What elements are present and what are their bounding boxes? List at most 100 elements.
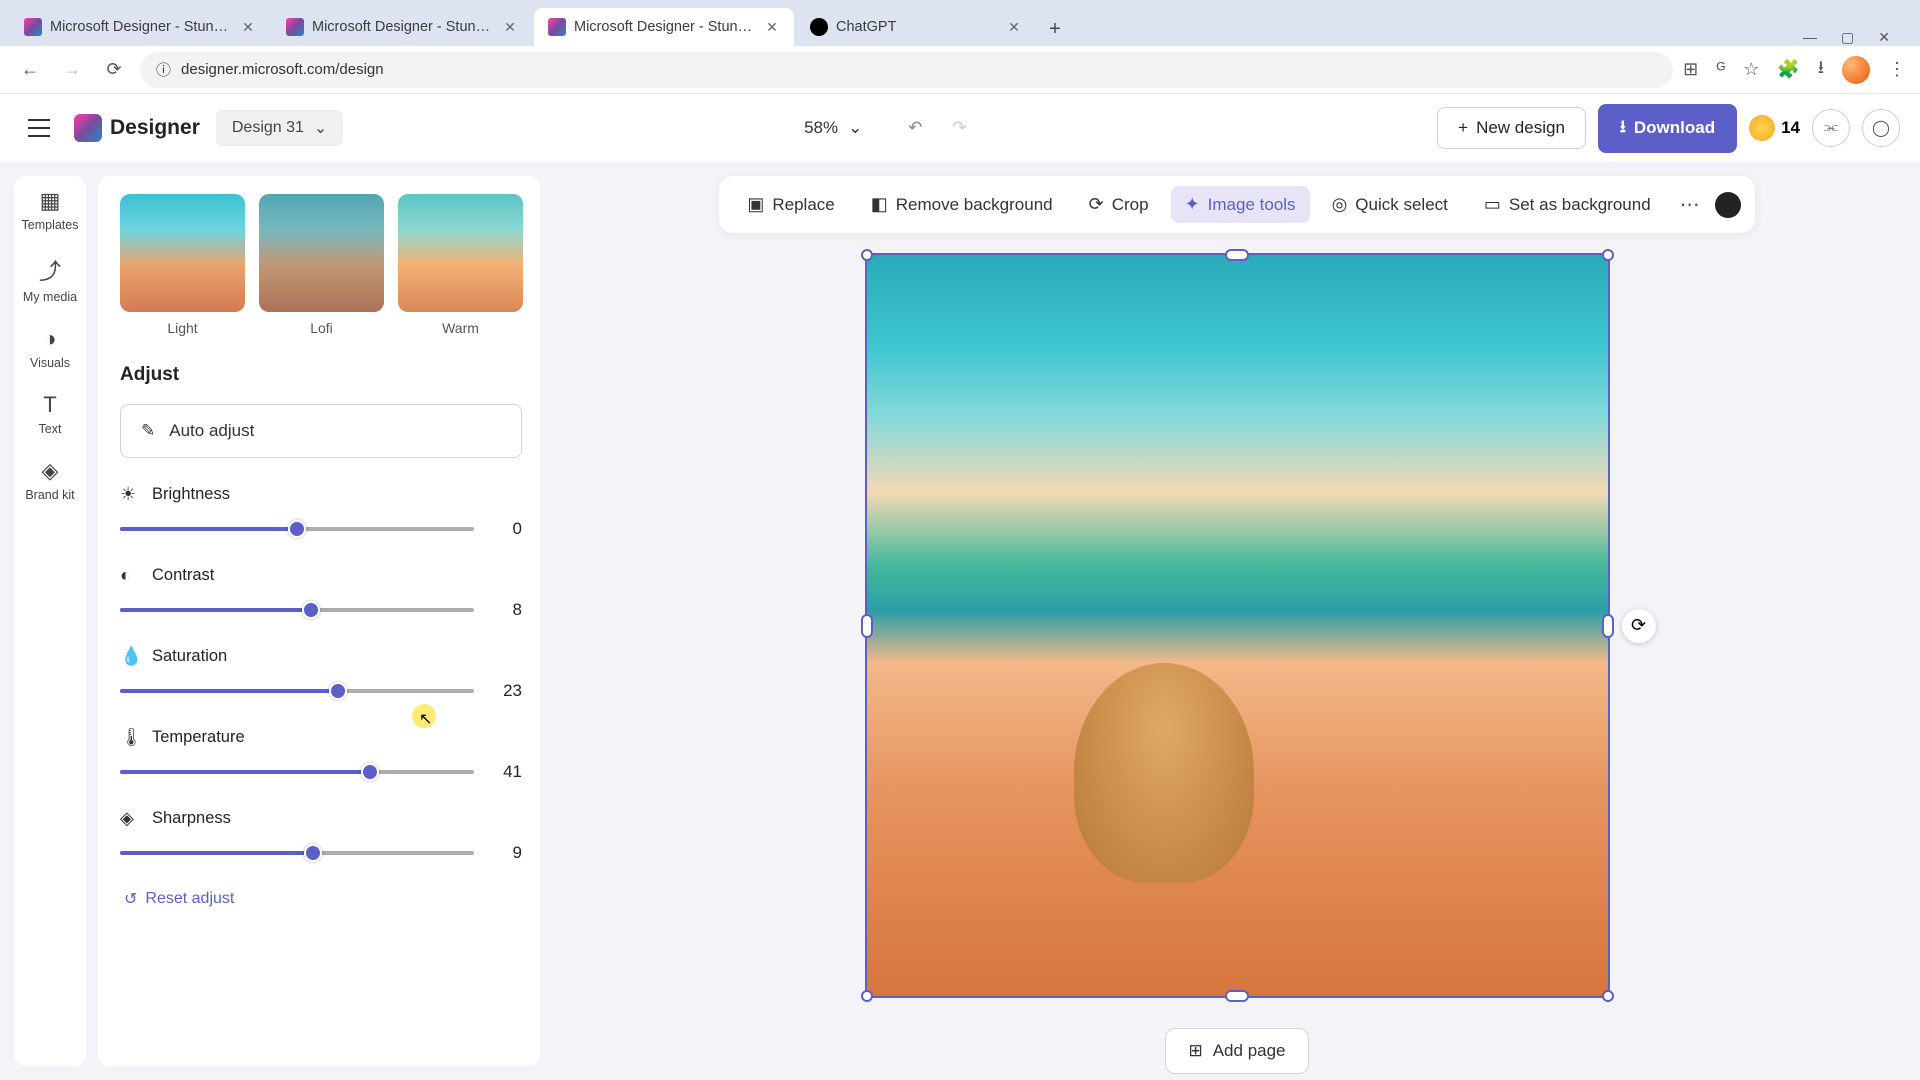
reload-icon[interactable]: ⟳ [98, 54, 130, 86]
resize-handle[interactable] [861, 249, 873, 261]
close-window-icon[interactable]: ✕ [1878, 29, 1890, 46]
slider-label: Saturation [152, 647, 227, 666]
tab-title: Microsoft Designer - Stunning ... [312, 19, 494, 35]
back-icon[interactable]: ← [14, 54, 46, 86]
resize-handle[interactable] [1225, 990, 1249, 1002]
slider-contrast[interactable] [120, 608, 474, 612]
canvas-area: ▣ Replace ◧ Remove background ⟳ Crop ✦ I… [554, 162, 1920, 1080]
auto-adjust-button[interactable]: ✎ Auto adjust [120, 404, 522, 458]
slider-thumb[interactable] [288, 520, 306, 538]
resize-handle[interactable] [1602, 249, 1614, 261]
remove-bg-button[interactable]: ◧ Remove background [857, 186, 1067, 223]
new-tab-button[interactable]: + [1038, 12, 1072, 46]
rail-my-media[interactable]: ⤴ My media [23, 254, 77, 304]
rail-label: Text [39, 422, 62, 436]
filter-light-thumb[interactable] [120, 194, 245, 312]
url-input[interactable]: ⓘ designer.microsoft.com/design [140, 52, 1673, 88]
zoom-level[interactable]: 58% [804, 118, 838, 138]
resize-handle[interactable] [861, 990, 873, 1002]
hamburger-icon[interactable] [20, 109, 58, 147]
logo-text: Designer [110, 116, 200, 140]
browser-tab[interactable]: Microsoft Designer - Stunning ... ✕ [10, 8, 270, 46]
slider-brightness[interactable] [120, 527, 474, 531]
tab-title: Microsoft Designer - Stunning ... [50, 19, 232, 35]
bookmark-icon[interactable]: ☆ [1743, 59, 1759, 80]
slider-value: 41 [492, 762, 522, 782]
install-app-icon[interactable]: ⊞ [1683, 59, 1698, 80]
close-tab-icon[interactable]: ✕ [1006, 19, 1022, 35]
slider-value: 9 [492, 843, 522, 863]
browser-tab[interactable]: ChatGPT ✕ [796, 8, 1036, 46]
resize-handle[interactable] [1602, 990, 1614, 1002]
extensions-icon[interactable]: 🧩 [1777, 59, 1799, 80]
account-button[interactable]: ◯ [1862, 109, 1900, 147]
coin-badge[interactable]: 14 [1749, 115, 1800, 141]
quick-select-button[interactable]: ◎ Quick select [1318, 186, 1462, 223]
layers-icon: ▭ [1484, 194, 1501, 215]
rail-templates[interactable]: ▦ Templates [22, 188, 79, 232]
rail-text[interactable]: T Text [39, 392, 62, 436]
image-toolbar: ▣ Replace ◧ Remove background ⟳ Crop ✦ I… [719, 176, 1754, 233]
downloads-icon[interactable]: ⭳ [1818, 55, 1824, 85]
filter-warm-thumb[interactable] [398, 194, 523, 312]
app-logo[interactable]: Designer [74, 114, 200, 142]
resize-handle[interactable] [1602, 614, 1614, 638]
filter-lofi-thumb[interactable] [259, 194, 384, 312]
slider-label: Contrast [152, 566, 214, 585]
rotate-handle[interactable]: ⟳ [1622, 609, 1656, 643]
replace-button[interactable]: ▣ Replace [733, 186, 848, 223]
close-tab-icon[interactable]: ✕ [502, 19, 518, 35]
opacity-icon[interactable] [1715, 192, 1741, 218]
browser-tab[interactable]: Microsoft Designer - Stunning ... ✕ [272, 8, 532, 46]
designer-favicon [24, 18, 42, 36]
crop-button[interactable]: ⟳ Crop [1075, 186, 1163, 223]
chevron-down-icon[interactable]: ⌄ [848, 118, 862, 138]
profile-avatar[interactable] [1842, 56, 1870, 84]
slider-temperature[interactable] [120, 770, 474, 774]
slider-thumb[interactable] [304, 844, 322, 862]
image-tools-button[interactable]: ✦ Image tools [1171, 186, 1310, 223]
translate-icon[interactable]: ᴳ [1716, 59, 1725, 80]
add-page-button[interactable]: ⊞ Add page [1165, 1028, 1308, 1074]
nav-rail: ▦ Templates ⤴ My media ◑ Visuals T Text … [14, 176, 86, 1066]
app-header: Designer Design 31 ⌄ 58% ⌄ ↶ ↷ + New des… [0, 94, 1920, 162]
undo-icon[interactable]: ↶ [898, 111, 932, 145]
rail-brand-kit[interactable]: ◈ Brand kit [25, 458, 74, 502]
new-design-button[interactable]: + New design [1437, 107, 1586, 149]
quick-select-label: Quick select [1355, 195, 1448, 215]
site-info-icon[interactable]: ⓘ [156, 59, 171, 80]
browser-tab-active[interactable]: Microsoft Designer - Stunning ... ✕ [534, 8, 794, 46]
upload-icon: ⤴ [39, 254, 61, 286]
close-tab-icon[interactable]: ✕ [764, 19, 780, 35]
address-bar: ← → ⟳ ⓘ designer.microsoft.com/design ⊞ … [0, 46, 1920, 94]
resize-handle[interactable] [1225, 249, 1249, 261]
plus-square-icon: ⊞ [1188, 1041, 1202, 1061]
rail-label: Templates [22, 218, 79, 232]
more-tools-icon[interactable]: ⋯ [1673, 188, 1707, 222]
templates-icon: ▦ [40, 188, 61, 214]
slider-thumb[interactable] [302, 601, 320, 619]
download-button[interactable]: ⭳ Download [1598, 104, 1737, 153]
maximize-icon[interactable]: ▢ [1841, 29, 1854, 46]
menu-icon[interactable]: ⋮ [1888, 59, 1906, 80]
slider-icon: ☀ [120, 484, 140, 505]
close-tab-icon[interactable]: ✕ [240, 19, 256, 35]
set-background-button[interactable]: ▭ Set as background [1470, 186, 1665, 223]
slider-value: 23 [492, 681, 522, 701]
slider-saturation[interactable] [120, 689, 474, 693]
minimize-icon[interactable]: — [1803, 29, 1817, 46]
reset-adjust-button[interactable]: ↺ Reset adjust [120, 889, 522, 909]
resize-handle[interactable] [861, 614, 873, 638]
slider-sharpness[interactable] [120, 851, 474, 855]
share-button[interactable]: ⫘ [1812, 109, 1850, 147]
rail-visuals[interactable]: ◑ Visuals [30, 326, 70, 370]
filter-label: Light [167, 320, 197, 336]
redo-icon[interactable]: ↷ [942, 111, 976, 145]
slider-thumb[interactable] [329, 682, 347, 700]
logo-mark-icon [74, 114, 102, 142]
selected-image[interactable]: ⟳ [865, 253, 1610, 998]
tab-title: ChatGPT [836, 19, 998, 35]
slider-thumb[interactable] [361, 763, 379, 781]
design-name-dropdown[interactable]: Design 31 ⌄ [216, 110, 343, 146]
forward-icon[interactable]: → [56, 54, 88, 86]
